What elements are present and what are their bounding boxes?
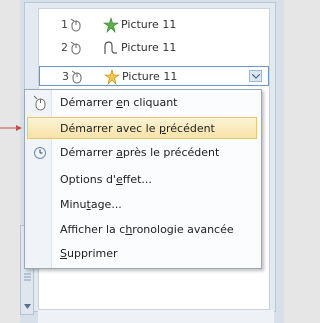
item-label: Picture 11 xyxy=(121,41,177,54)
animation-item-1[interactable]: 1 Picture 11 xyxy=(39,15,269,35)
animation-item-2[interactable]: 2 Picture 11 xyxy=(39,38,269,58)
menu-item-start-on-click[interactable]: Démarrer en cliquant xyxy=(27,92,257,114)
menu-item-remove[interactable]: Supprimer xyxy=(27,243,257,265)
menu-item-label: Options d'effet... xyxy=(60,173,152,186)
menu-item-start-after-previous[interactable]: Démarrer après le précédent xyxy=(27,142,257,164)
animation-context-menu: Démarrer en cliquant Démarrer avec le pr… xyxy=(24,89,262,269)
mouse-click-icon xyxy=(71,70,83,84)
menu-item-label: Démarrer après le précédent xyxy=(60,146,220,159)
pointer-arrow-icon xyxy=(0,125,22,131)
scroll-grip-icon xyxy=(24,273,31,281)
animation-item-3[interactable]: 3 Picture 11 xyxy=(39,66,269,86)
mouse-click-icon xyxy=(32,95,48,111)
menu-item-label: Démarrer en cliquant xyxy=(60,96,178,109)
menu-item-label: Afficher la chronologie avancée xyxy=(60,223,234,236)
menu-item-label: Supprimer xyxy=(60,247,118,260)
item-label: Picture 11 xyxy=(121,18,177,31)
menu-item-start-with-previous[interactable]: Démarrer avec le précédent xyxy=(27,117,257,139)
animation-pane-footer xyxy=(38,310,274,323)
star-burst-icon xyxy=(103,16,119,33)
menu-item-timing[interactable]: Minutage... xyxy=(27,194,257,216)
item-label: Picture 11 xyxy=(122,70,178,83)
scroll-down-arrow-icon[interactable] xyxy=(24,304,31,309)
item-dropdown-button[interactable] xyxy=(249,70,262,82)
chevron-down-icon xyxy=(252,74,260,79)
mouse-click-icon xyxy=(70,41,82,55)
mouse-click-icon xyxy=(70,18,82,32)
motion-path-icon xyxy=(103,40,119,56)
spin-star-icon xyxy=(104,68,120,85)
menu-item-label: Minutage... xyxy=(60,198,122,211)
menu-item-show-advanced-timeline[interactable]: Afficher la chronologie avancée xyxy=(27,219,257,241)
menu-item-label: Démarrer avec le précédent xyxy=(60,122,215,135)
clock-icon xyxy=(32,145,48,161)
menu-item-effect-options[interactable]: Options d'effet... xyxy=(27,169,257,191)
